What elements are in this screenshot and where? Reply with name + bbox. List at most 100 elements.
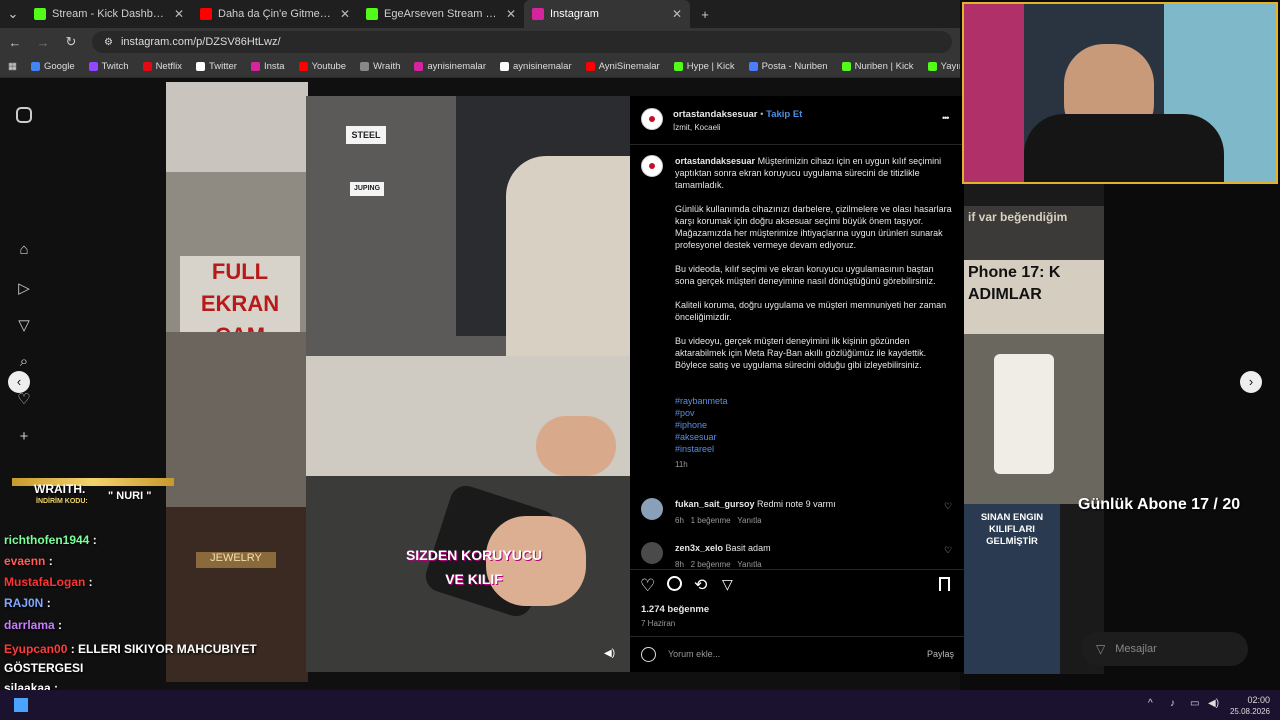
- post-location[interactable]: İzmit, Kocaeli: [673, 123, 721, 132]
- home-icon[interactable]: ⌂: [14, 241, 34, 261]
- reels-icon[interactable]: ▷: [14, 279, 34, 299]
- apps-grid-icon[interactable]: ▦: [8, 61, 17, 72]
- avatar[interactable]: [641, 108, 663, 130]
- previous-post-arrow-icon[interactable]: ‹: [8, 371, 30, 393]
- comment-input[interactable]: Yorum ekle...: [668, 649, 720, 659]
- hashtag-link[interactable]: #aksesuar: [675, 431, 955, 443]
- bookmark-label: Nuriben | Kick: [854, 61, 914, 72]
- bookmark-item[interactable]: Wraith: [360, 61, 400, 72]
- instagram-logo-icon[interactable]: [16, 107, 32, 123]
- search-icon[interactable]: ⌕: [14, 353, 34, 373]
- bookmark-item[interactable]: Netflix: [142, 61, 182, 72]
- tab-instagram[interactable]: Instagram ✕: [524, 0, 690, 28]
- bg-text-top: if var beğendiğim: [964, 206, 1104, 260]
- bookmark-item[interactable]: Posta - Nuriben: [748, 61, 828, 72]
- new-tab-plus-icon[interactable]: +: [698, 7, 712, 22]
- close-icon[interactable]: ✕: [340, 7, 350, 21]
- clock-time[interactable]: 02:00: [1228, 695, 1270, 705]
- avatar[interactable]: [641, 542, 663, 564]
- close-icon[interactable]: ✕: [174, 7, 184, 21]
- microphone-icon[interactable]: ♪: [1170, 698, 1175, 709]
- bookmark-favicon-icon: [927, 62, 937, 71]
- tab-egearseven[interactable]: EgeArseven Stream - Watch Live✕: [358, 0, 524, 28]
- hashtag-link[interactable]: #instareel: [675, 443, 955, 455]
- comment-username[interactable]: fukan_sait_gursoy: [675, 499, 755, 509]
- emoji-icon[interactable]: [641, 647, 656, 662]
- caption-paragraph-5: Bu videoyu, gerçek müşteri deneyimini il…: [675, 336, 927, 370]
- avatar[interactable]: [641, 155, 663, 177]
- caption-username[interactable]: ortastandaksesuar: [675, 156, 755, 166]
- back-arrow-icon[interactable]: ←: [8, 35, 22, 50]
- comment-likes[interactable]: 2 beğenme: [691, 560, 731, 569]
- like-heart-icon[interactable]: ♡: [640, 576, 655, 596]
- reel-video[interactable]: STEEL JUPING SIZDEN KORUYUCU VE KILIF ◀): [306, 96, 630, 672]
- windows-start-icon[interactable]: [14, 698, 28, 712]
- tab-youtube[interactable]: Daha da Çin'e Gitmem! (Haftalık✕: [192, 0, 358, 28]
- tab-kick-dashboard[interactable]: Stream - Kick Dashboard ✕: [26, 0, 192, 28]
- site-settings-icon[interactable]: ⚙: [104, 37, 113, 48]
- bookmark-label: Google: [43, 61, 75, 72]
- hashtag-link[interactable]: #raybanmeta: [675, 395, 955, 407]
- share-send-icon[interactable]: ▽: [722, 576, 733, 593]
- bookmark-item[interactable]: Insta: [250, 61, 285, 72]
- tray-chevron-up-icon[interactable]: ^: [1148, 698, 1153, 709]
- comment-like-heart-icon[interactable]: ♡: [944, 501, 952, 512]
- bookmark-item[interactable]: Twitter: [195, 61, 237, 72]
- bookmark-favicon-icon: [195, 62, 205, 71]
- messages-send-icon[interactable]: ▽: [14, 316, 34, 336]
- background-reel-left: FULL EKRAN CAM KORUMA JEWELRY: [166, 82, 308, 682]
- close-icon[interactable]: ✕: [506, 7, 516, 21]
- volume-icon[interactable]: ◀): [1208, 698, 1219, 709]
- full-ekran-banner: FULL EKRAN CAM KORUMA: [180, 256, 300, 380]
- bookmark-item[interactable]: AyniSinemalar: [585, 61, 660, 72]
- notifications-heart-icon[interactable]: ♡: [14, 390, 34, 410]
- bookmark-item[interactable]: Hype | Kick: [673, 61, 735, 72]
- messages-bar[interactable]: ▽ Mesajlar: [1082, 632, 1248, 666]
- comment-likes[interactable]: 1 beğenme: [691, 516, 731, 525]
- url-field[interactable]: ⚙ instagram.com/p/DZSV86HtLwz/: [92, 31, 952, 53]
- tab-list-chevron-icon[interactable]: ⌄: [0, 6, 26, 22]
- repost-icon[interactable]: ⟲: [694, 575, 707, 595]
- bookmark-item[interactable]: aynisinemalar: [414, 61, 486, 72]
- bookmark-favicon-icon: [841, 62, 851, 71]
- avatar[interactable]: [641, 498, 663, 520]
- save-bookmark-icon[interactable]: [939, 577, 950, 591]
- wraith-promo: WRAITH. İNDİRİM KODU: " NURI ": [12, 468, 174, 512]
- more-options-icon[interactable]: •••: [942, 113, 950, 123]
- bookmark-item[interactable]: Google: [30, 61, 75, 72]
- bookmark-label: Wraith: [373, 61, 401, 72]
- post-username[interactable]: ortastandaksesuar: [673, 109, 757, 120]
- follow-button[interactable]: Takip Et: [766, 109, 802, 120]
- bookmark-item[interactable]: Nuriben | Kick: [841, 61, 914, 72]
- bookmark-favicon-icon: [30, 62, 40, 71]
- forward-arrow-icon[interactable]: →: [36, 35, 50, 50]
- bookmark-label: Yayıncı Paneli | Kick: [940, 61, 960, 72]
- reply-button[interactable]: Yanıtla: [737, 516, 761, 525]
- comment-like-heart-icon[interactable]: ♡: [944, 545, 952, 556]
- reload-icon[interactable]: ↻: [64, 34, 78, 50]
- close-icon[interactable]: ✕: [672, 7, 682, 21]
- youtube-icon: [200, 8, 212, 20]
- caption-scroll[interactable]: ortastandaksesuar Müşterimizin cihazı iç…: [630, 145, 964, 485]
- hashtag-link[interactable]: #pov: [675, 407, 955, 419]
- network-icon[interactable]: ▭: [1190, 698, 1199, 709]
- comment-time: 8h: [675, 560, 684, 569]
- mute-speaker-icon[interactable]: ◀): [604, 648, 620, 662]
- clock-date[interactable]: 25.08.2026: [1222, 707, 1270, 716]
- bookmark-item[interactable]: Twitch: [88, 61, 129, 72]
- video-overlay-text: SIZDEN KORUYUCU VE KILIF: [405, 547, 543, 587]
- likes-count[interactable]: 1.274 beğenme: [641, 604, 709, 615]
- bookmark-item[interactable]: Yayıncı Paneli | Kick: [927, 61, 960, 72]
- create-plus-icon[interactable]: +: [14, 428, 34, 448]
- next-post-arrow-icon[interactable]: ›: [1240, 371, 1262, 393]
- reply-button[interactable]: Yanıtla: [737, 560, 761, 569]
- bookmark-favicon-icon: [748, 62, 758, 71]
- comment-time: 6h: [675, 516, 684, 525]
- hashtag-link[interactable]: #iphone: [675, 419, 955, 431]
- comment-bubble-icon[interactable]: [667, 576, 682, 591]
- bookmark-item[interactable]: aynisinemalar: [500, 61, 572, 72]
- comment-username[interactable]: zen3x_xelo: [675, 543, 723, 553]
- share-comment-button[interactable]: Paylaş: [927, 649, 954, 659]
- bookmark-label: Insta: [263, 61, 285, 72]
- bookmark-item[interactable]: Youtube: [298, 61, 346, 72]
